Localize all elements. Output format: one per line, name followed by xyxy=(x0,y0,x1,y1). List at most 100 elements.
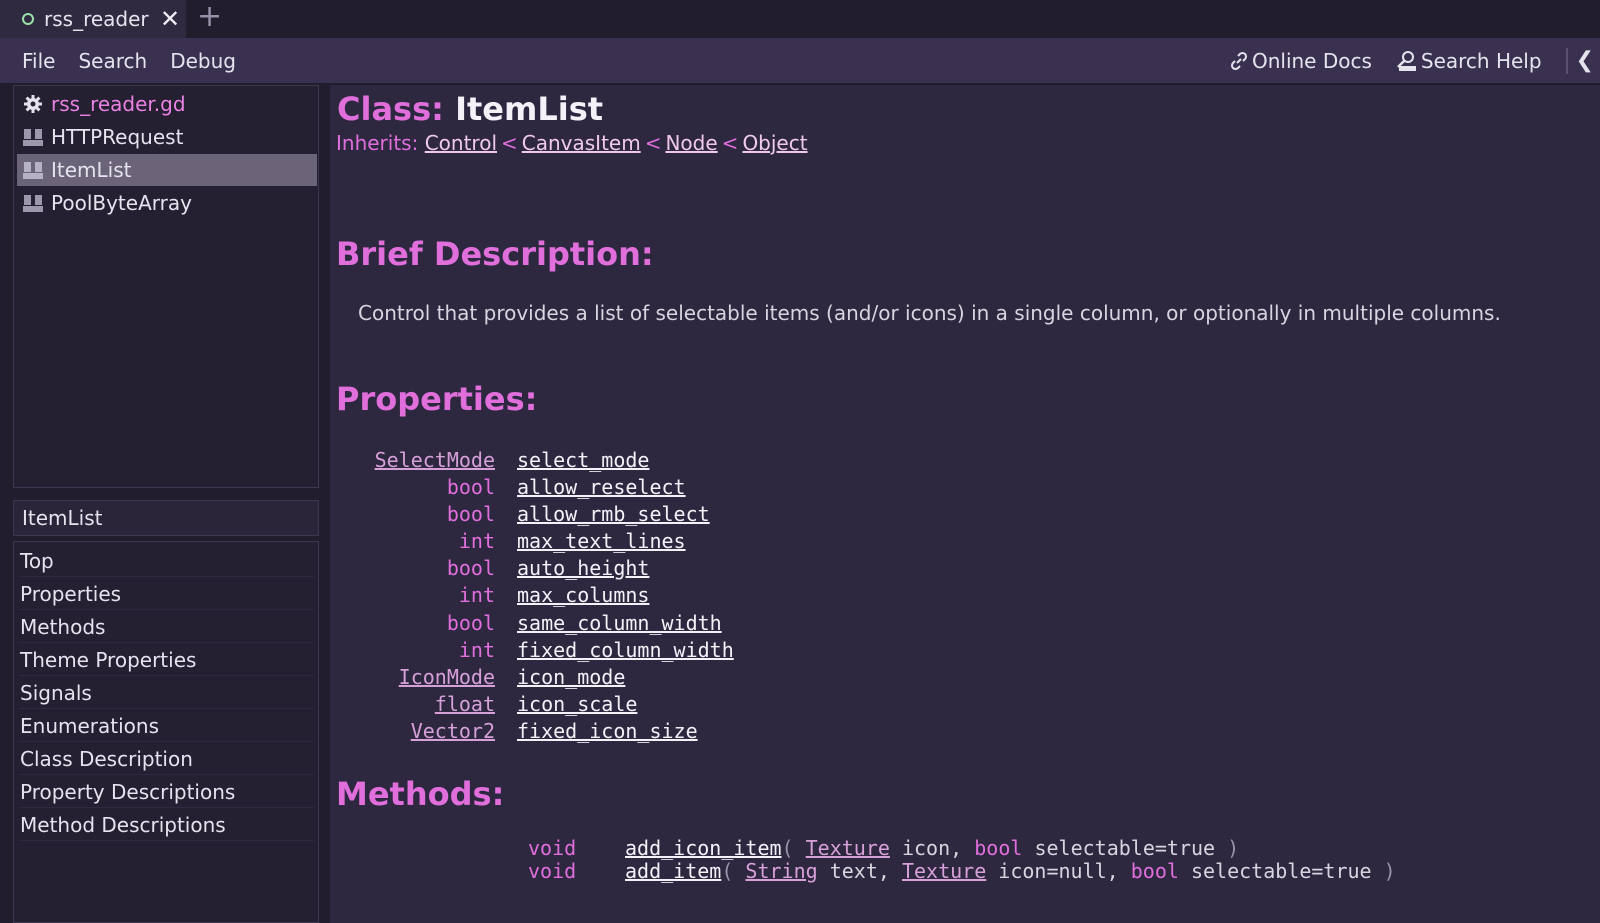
param-text: icon, xyxy=(889,836,975,860)
script-item-httprequest[interactable]: HTTPRequest xyxy=(17,121,317,153)
section-item-enumerations[interactable]: Enumerations xyxy=(18,710,314,742)
menu-right-group: Online Docs Search Help ❮ xyxy=(1229,38,1600,83)
property-type: bool xyxy=(446,502,495,526)
property-name[interactable]: icon_mode xyxy=(517,665,625,689)
menu-file[interactable]: File xyxy=(22,49,55,73)
table-row: bool auto_height xyxy=(330,556,1330,582)
add-tab-icon[interactable]: + xyxy=(197,0,222,34)
link-icon xyxy=(1230,51,1247,70)
table-row: void add_item( String text, Texture icon=… xyxy=(528,859,1396,883)
method-paren: ) xyxy=(1383,859,1396,883)
close-icon[interactable]: ✕ xyxy=(160,5,180,33)
param-type: bool xyxy=(974,836,1023,860)
tab-rss-reader[interactable]: rss_reader ✕ xyxy=(0,0,186,38)
property-type[interactable]: IconMode xyxy=(399,665,495,689)
method-paren: ( xyxy=(721,859,734,883)
property-name[interactable]: same_column_width xyxy=(517,611,722,635)
property-type: int xyxy=(458,638,495,662)
inherits-link-control[interactable]: Control xyxy=(425,131,497,155)
table-row: float icon_scale xyxy=(330,692,1330,718)
param-text: icon=null, xyxy=(986,859,1131,883)
script-item-poolbytearray[interactable]: PoolByteArray xyxy=(17,187,317,219)
table-row: bool same_column_width xyxy=(330,611,1330,637)
table-row: void add_icon_item( Texture icon, bool se… xyxy=(528,836,1239,860)
table-row: int max_columns xyxy=(330,583,1330,609)
param-text: text, xyxy=(817,859,902,883)
table-row: Vector2 fixed_icon_size xyxy=(330,719,1330,745)
section-item-methods[interactable]: Methods xyxy=(18,611,314,643)
property-name[interactable]: fixed_column_width xyxy=(517,638,734,662)
property-name[interactable]: auto_height xyxy=(517,556,649,580)
gear-icon xyxy=(21,94,45,114)
inherits-link-canvasitem[interactable]: CanvasItem xyxy=(522,131,641,155)
class-label: Class: xyxy=(337,90,444,128)
property-type: int xyxy=(458,583,495,607)
table-row: bool allow_rmb_select xyxy=(330,502,1330,528)
menu-debug[interactable]: Debug xyxy=(170,49,236,73)
property-type[interactable]: SelectMode xyxy=(375,448,495,472)
property-type: int xyxy=(458,529,495,553)
method-name[interactable]: add_item xyxy=(625,859,721,883)
script-item-label: PoolByteArray xyxy=(51,191,192,215)
table-row: int fixed_column_width xyxy=(330,638,1330,664)
menu-search[interactable]: Search xyxy=(78,49,147,73)
script-list-panel: rss_reader.gd HTTPRequest ItemList PoolB… xyxy=(13,85,319,488)
search-help-button[interactable]: Search Help xyxy=(1396,49,1542,73)
property-name[interactable]: max_text_lines xyxy=(517,529,686,553)
method-name[interactable]: add_icon_item xyxy=(625,836,782,860)
doc-icon xyxy=(21,160,45,180)
method-paren: ) xyxy=(1227,836,1240,860)
members-filter-input[interactable]: ItemList xyxy=(13,500,319,536)
section-item-signals[interactable]: Signals xyxy=(18,677,314,709)
inherits-label: Inherits: xyxy=(336,131,419,155)
table-row: IconMode icon_mode xyxy=(330,665,1330,691)
param-text: selectable=true xyxy=(1022,836,1228,860)
property-type[interactable]: float xyxy=(435,692,495,716)
param-type[interactable]: String xyxy=(745,859,817,883)
section-item-class-description[interactable]: Class Description xyxy=(18,743,314,775)
doc-icon xyxy=(21,127,45,147)
param-type: bool xyxy=(1130,859,1179,883)
menu-bar: File Search Debug Online Docs Search Hel… xyxy=(0,38,1600,83)
inherits-line: Inherits: Control < CanvasItem < Node < Object xyxy=(336,131,808,155)
param-type[interactable]: Texture xyxy=(902,859,986,883)
section-item-top[interactable]: Top xyxy=(18,545,314,577)
property-name[interactable]: allow_rmb_select xyxy=(517,502,710,526)
script-item-rss-reader[interactable]: rss_reader.gd xyxy=(17,88,317,120)
table-row: SelectMode select_mode xyxy=(330,448,1330,474)
section-list-panel: Top Properties Methods Theme Properties … xyxy=(13,541,319,923)
brief-description-text: Control that provides a list of selectab… xyxy=(358,301,1501,325)
property-name[interactable]: fixed_icon_size xyxy=(517,719,698,743)
search-doc-icon xyxy=(1397,50,1416,71)
section-item-property-descriptions[interactable]: Property Descriptions xyxy=(18,776,314,808)
table-row: bool allow_reselect xyxy=(330,475,1330,501)
chevron-left-icon[interactable]: ❮ xyxy=(1576,48,1594,73)
online-docs-button[interactable]: Online Docs xyxy=(1229,49,1372,73)
property-name[interactable]: select_mode xyxy=(517,448,649,472)
brief-description-heading: Brief Description: xyxy=(336,235,654,273)
script-item-itemlist[interactable]: ItemList xyxy=(17,154,317,186)
table-row: int max_text_lines xyxy=(330,529,1330,555)
inherits-link-object[interactable]: Object xyxy=(742,131,807,155)
method-return-type: void xyxy=(528,859,577,883)
section-item-properties[interactable]: Properties xyxy=(18,578,314,610)
property-name[interactable]: allow_reselect xyxy=(517,475,686,499)
class-name: ItemList xyxy=(455,90,604,128)
property-type[interactable]: Vector2 xyxy=(411,719,495,743)
property-name[interactable]: icon_scale xyxy=(517,692,637,716)
section-item-theme-properties[interactable]: Theme Properties xyxy=(18,644,314,676)
scene-circle-icon xyxy=(22,13,34,25)
tab-bar: rss_reader ✕ + xyxy=(0,0,1600,38)
inherits-separator: < xyxy=(644,131,662,155)
methods-heading: Methods: xyxy=(336,775,505,813)
inherits-link-node[interactable]: Node xyxy=(665,131,717,155)
method-return-type: void xyxy=(528,836,577,860)
param-type[interactable]: Texture xyxy=(806,836,890,860)
search-help-label: Search Help xyxy=(1420,48,1542,73)
properties-heading: Properties: xyxy=(336,380,538,418)
property-type: bool xyxy=(446,556,495,580)
online-docs-label: Online Docs xyxy=(1251,48,1372,73)
doc-content: Class: ItemList Inherits: Control < Canvas… xyxy=(330,85,1600,923)
section-item-method-descriptions[interactable]: Method Descriptions xyxy=(18,809,314,841)
property-name[interactable]: max_columns xyxy=(517,583,649,607)
